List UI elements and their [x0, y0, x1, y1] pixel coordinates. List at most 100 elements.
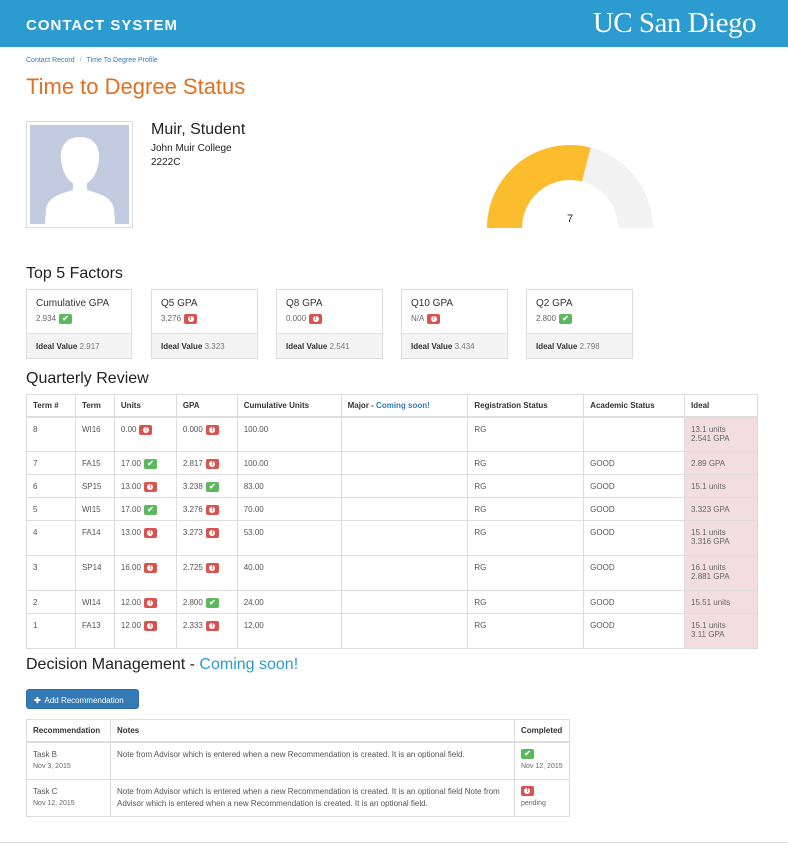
cell-academic-status: GOOD: [583, 497, 686, 521]
cell-notes: Note from Advisor which is entered when …: [109, 741, 515, 780]
col-term-num[interactable]: Term #: [26, 394, 76, 418]
col-completed[interactable]: Completed: [513, 719, 571, 743]
breadcrumb: Contact Record / Time To Degree Profile: [26, 57, 158, 64]
factor-ideal: Ideal Value 2.541: [277, 333, 382, 358]
cell-term-num: 7: [26, 451, 76, 475]
factor-ideal: Ideal Value 3.434: [402, 333, 507, 358]
cell-term: WI15: [74, 497, 115, 521]
col-academic-status[interactable]: Academic Status: [583, 394, 686, 418]
col-units[interactable]: Units: [113, 394, 177, 418]
student-college: John Muir College: [151, 143, 232, 154]
alert-icon: !: [143, 482, 157, 492]
cell-major: [340, 590, 469, 614]
col-gpa[interactable]: GPA: [175, 394, 238, 418]
col-registration-status[interactable]: Registration Status: [467, 394, 585, 418]
cell-term: FA13: [74, 613, 115, 649]
cell-term: SP14: [74, 555, 115, 591]
table-header-row: Term # Term Units GPA Cumulative Units M…: [26, 394, 758, 418]
cell-major: [340, 497, 469, 521]
factor-card-cumulative-gpa: Cumulative GPA 2.934 ✔ Ideal Value 2.917: [26, 289, 132, 359]
cell-academic-status: GOOD: [583, 613, 686, 649]
plus-icon: ✚: [34, 696, 41, 705]
student-name: Muir, Student: [151, 121, 246, 138]
factor-label: Q10 GPA: [411, 298, 454, 309]
cell-ideal: 16.1 units 2.881 GPA: [684, 555, 758, 591]
cell-term-num: 2: [26, 590, 76, 614]
cell-term-num: 3: [26, 555, 76, 591]
cell-units: 17.00 ✔: [113, 451, 177, 475]
cell-academic-status: GOOD: [583, 474, 686, 498]
cell-units: 13.00!: [113, 520, 177, 556]
cell-term: FA15: [74, 451, 115, 475]
factor-ideal: Ideal Value 2.917: [27, 333, 131, 358]
alert-icon: !: [309, 314, 323, 324]
cell-recommendation[interactable]: Task B Nov 3, 2015: [26, 741, 111, 780]
factor-label: Q5 GPA: [161, 298, 198, 309]
factor-ideal: Ideal Value 2.798: [527, 333, 632, 358]
factor-value: 2.934 ✔: [36, 314, 73, 324]
recommendations-table: Recommendation Notes Completed Task B Nov…: [26, 719, 571, 817]
cell-notes: Note from Advisor which is entered when …: [109, 778, 515, 817]
cell-units: 17.00 ✔: [113, 497, 177, 521]
col-cumulative-units[interactable]: Cumulative Units: [236, 394, 342, 418]
check-icon: ✔: [59, 314, 73, 324]
col-ideal[interactable]: Ideal: [684, 394, 758, 418]
cell-gpa: 2.800 ✔: [175, 590, 238, 614]
cell-registration-status: RG: [467, 613, 585, 649]
cell-cumulative-units: 40.00: [236, 555, 342, 591]
cell-major: [340, 613, 469, 649]
table-row: Task C Nov 12, 2015 Note from Advisor whic…: [26, 778, 571, 817]
cell-ideal: 15.51 units: [684, 590, 758, 614]
breadcrumb-contact-record[interactable]: Contact Record: [26, 57, 75, 64]
cell-units: 13.00!: [113, 474, 177, 498]
cell-major: [340, 555, 469, 591]
cell-cumulative-units: 24.00: [236, 590, 342, 614]
cell-cumulative-units: 53.00: [236, 520, 342, 556]
alert-icon: !: [205, 459, 219, 469]
gauge-value: 7: [566, 213, 574, 225]
table-row: 4 FA14 13.00! 3.273! 53.00 RG GOOD 15.1 units 3.…: [26, 520, 758, 556]
cell-registration-status: RG: [467, 590, 585, 614]
cell-registration-status: RG: [467, 497, 585, 521]
col-notes[interactable]: Notes: [109, 719, 515, 743]
col-term[interactable]: Term: [74, 394, 115, 418]
ideal-line: 2.89 GPA: [691, 459, 726, 468]
col-major[interactable]: Major - Coming soon!: [340, 394, 469, 418]
cell-gpa: 2.333!: [175, 613, 238, 649]
table-row: 5 WI15 17.00 ✔ 3.276! 70.00 RG GOOD 3.323 GPA: [26, 497, 758, 521]
avatar: [26, 121, 133, 228]
cell-recommendation[interactable]: Task C Nov 12, 2015: [26, 778, 111, 817]
ideal-line: 15.51 units: [691, 598, 731, 607]
check-icon: ✔: [559, 314, 573, 324]
cell-major: [340, 474, 469, 498]
ideal-line: 13.1 units: [691, 424, 726, 434]
col-recommendation[interactable]: Recommendation: [26, 719, 111, 743]
alert-icon: !: [427, 314, 441, 324]
factor-ideal: Ideal Value 3.323: [152, 333, 257, 358]
cell-academic-status: GOOD: [583, 451, 686, 475]
table-row: 3 SP14 16.00! 2.725! 40.00 RG GOOD 16.1 units 2.…: [26, 555, 758, 591]
alert-icon: !: [205, 424, 219, 435]
cell-term: WI14: [74, 590, 115, 614]
cell-units: 12.00!: [113, 590, 177, 614]
check-icon: ✔: [205, 598, 219, 608]
avatar-placeholder-icon: [30, 125, 129, 224]
check-icon: ✔: [520, 749, 534, 760]
table-row: Task B Nov 3, 2015 Note from Advisor which…: [26, 741, 571, 780]
cell-term-num: 5: [26, 497, 76, 521]
check-icon: ✔: [143, 459, 157, 469]
table-row: 1 FA13 12.00! 2.333! 12.00 RG GOOD 15.1 units 3.…: [26, 613, 758, 649]
alert-icon: !: [205, 621, 219, 631]
breadcrumb-time-to-degree[interactable]: Time To Degree Profile: [87, 57, 158, 64]
cell-completed: ✔ Nov 12, 2015: [513, 741, 571, 780]
cell-gpa: 2.725!: [175, 555, 238, 591]
alert-icon: !: [143, 621, 157, 631]
alert-icon: !: [139, 424, 153, 435]
breadcrumb-separator: /: [79, 57, 82, 64]
ideal-line: 3.323 GPA: [691, 505, 730, 514]
add-recommendation-button[interactable]: ✚ Add Recommendation: [26, 689, 139, 709]
ideal-line: 15.1 units: [691, 621, 726, 630]
app-title[interactable]: CONTACT SYSTEM: [26, 17, 178, 34]
factor-card-q10-gpa: Q10 GPA N/A! Ideal Value 3.434: [401, 289, 508, 359]
cell-ideal: 15.1 units 3.11 GPA: [684, 613, 758, 649]
